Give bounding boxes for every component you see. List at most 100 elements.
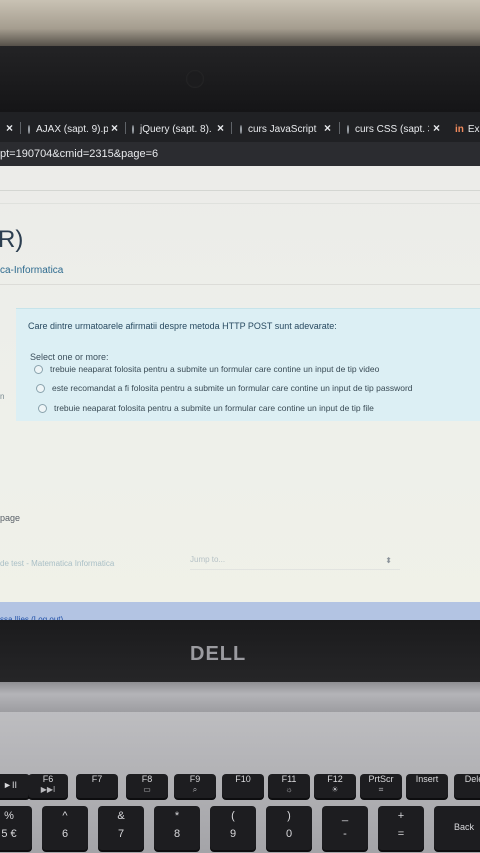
key-bottom: 7 bbox=[117, 828, 125, 840]
tab-separator bbox=[125, 122, 126, 134]
linkedin-icon: in bbox=[455, 123, 464, 135]
address-bar[interactable]: pt=190704&cmid=2315&page=6 bbox=[0, 142, 480, 166]
key-bottom: Back bbox=[453, 822, 474, 832]
key-label: Dele bbox=[464, 774, 480, 784]
key-delete[interactable]: Dele bbox=[454, 774, 480, 798]
key-label: Insert bbox=[415, 774, 439, 784]
key-6[interactable]: ^ 6 bbox=[42, 806, 88, 850]
key-8[interactable]: * 8 bbox=[154, 806, 200, 850]
jump-to-select[interactable]: Jump to... ⬍ bbox=[190, 555, 400, 570]
key-label: ►II bbox=[3, 780, 17, 790]
globe-icon bbox=[132, 124, 134, 134]
divider bbox=[0, 203, 480, 204]
key-label: F12 bbox=[327, 774, 343, 784]
key-minus[interactable]: _ - bbox=[322, 806, 368, 850]
tab-close-button[interactable]: × bbox=[433, 121, 440, 135]
key-bottom: - bbox=[343, 828, 347, 840]
web-page: R) ca-Informatica Care dintre urmatoarel… bbox=[0, 166, 480, 624]
globe-icon bbox=[347, 124, 349, 134]
key-f9[interactable]: F9 ⌕ bbox=[174, 774, 216, 798]
key-f5[interactable]: ►II bbox=[0, 774, 30, 798]
globe-icon bbox=[240, 124, 242, 134]
answer-option-label: este recomandat a fi folosita pentru a s… bbox=[52, 383, 413, 393]
select-instruction: Select one or more: bbox=[30, 352, 109, 362]
key-sublabel: ▭ bbox=[143, 785, 151, 794]
browser-tab-bar: × AJAX (sapt. 9).pdf × jQuery (sapt. 8).… bbox=[0, 112, 480, 142]
key-top: ) bbox=[287, 810, 291, 822]
key-label: PrtScr bbox=[368, 774, 394, 784]
tab-jquery[interactable]: jQuery (sapt. 8).p bbox=[132, 120, 212, 138]
key-7[interactable]: & 7 bbox=[98, 806, 144, 850]
tab-ajax[interactable]: AJAX (sapt. 9).pdf bbox=[28, 120, 108, 138]
tab-close-button[interactable]: × bbox=[6, 121, 13, 135]
background-wall bbox=[0, 0, 480, 52]
tab-linkedin[interactable]: in Ex bbox=[455, 120, 480, 138]
key-sublabel: ☀ bbox=[331, 785, 339, 794]
key-0[interactable]: ) 0 bbox=[266, 806, 312, 850]
tab-label: AJAX (sapt. 9).pdf bbox=[36, 123, 108, 135]
tab-label: curs JavaScript (sa bbox=[248, 123, 318, 135]
key-f8[interactable]: F8 ▭ bbox=[126, 774, 168, 798]
key-f7[interactable]: F7 bbox=[76, 774, 118, 798]
key-bottom: 6 bbox=[61, 828, 69, 840]
tab-label: jQuery (sapt. 8).p bbox=[140, 123, 212, 135]
checkbox-icon[interactable] bbox=[36, 383, 45, 393]
page-label: page bbox=[0, 513, 21, 523]
key-label: F8 bbox=[141, 774, 153, 784]
key-sublabel: ☼ bbox=[285, 785, 293, 794]
answer-option[interactable]: trebuie neaparat folosita pentru a submi… bbox=[38, 403, 374, 413]
key-top: ( bbox=[231, 810, 235, 822]
key-5[interactable]: % 5 € bbox=[0, 806, 32, 850]
tab-close-button[interactable]: × bbox=[217, 121, 224, 135]
key-bottom: 5 € bbox=[1, 828, 17, 840]
key-backspace[interactable]: Back bbox=[434, 806, 480, 850]
key-f6[interactable]: F6 ▶▶I bbox=[28, 774, 68, 798]
tab-close-button[interactable]: × bbox=[324, 121, 331, 135]
key-prtscr[interactable]: PrtScr ⌗ bbox=[360, 774, 402, 798]
tab-curs-css[interactable]: curs CSS (sapt. 3- bbox=[347, 120, 429, 138]
key-sublabel: ⌕ bbox=[192, 785, 198, 794]
key-f11[interactable]: F11 ☼ bbox=[268, 774, 310, 798]
key-label: F6 bbox=[42, 774, 54, 784]
page-heading: R) bbox=[0, 226, 24, 253]
screen-bezel-top bbox=[0, 46, 480, 116]
divider bbox=[0, 190, 480, 191]
tab-separator bbox=[20, 122, 21, 134]
key-9[interactable]: ( 9 bbox=[210, 806, 256, 850]
answer-option-label: trebuie neaparat folosita pentru a submi… bbox=[54, 403, 374, 413]
key-equals[interactable]: + = bbox=[378, 806, 424, 850]
globe-icon bbox=[28, 124, 30, 134]
checkbox-icon[interactable] bbox=[38, 403, 47, 413]
key-bottom: 8 bbox=[173, 828, 181, 840]
key-bottom: 0 bbox=[285, 828, 293, 840]
answer-option[interactable]: trebuie neaparat folosita pentru a submi… bbox=[34, 364, 379, 374]
tab-curs-javascript[interactable]: curs JavaScript (sa bbox=[240, 120, 318, 138]
key-label: F11 bbox=[281, 774, 297, 784]
key-bottom: = bbox=[397, 828, 405, 840]
key-top: % bbox=[4, 810, 14, 822]
key-top: & bbox=[117, 810, 125, 822]
key-f10[interactable]: F10 bbox=[222, 774, 264, 798]
tab-close-button[interactable]: × bbox=[111, 121, 118, 135]
tab-separator bbox=[231, 122, 232, 134]
tab-label: curs CSS (sapt. 3- bbox=[355, 123, 429, 135]
key-top: ^ bbox=[62, 810, 68, 822]
key-sublabel: ⌗ bbox=[378, 785, 384, 794]
quiz-nav-link[interactable]: de test - Matematica Informatica bbox=[0, 559, 114, 568]
key-top: + bbox=[397, 810, 405, 822]
question-box: Care dintre urmatoarele afirmatii despre… bbox=[16, 308, 480, 421]
answer-option[interactable]: este recomandat a fi folosita pentru a s… bbox=[36, 383, 413, 393]
course-link[interactable]: ca-Informatica bbox=[0, 265, 63, 276]
key-f12[interactable]: F12 ☀ bbox=[314, 774, 356, 798]
checkbox-icon[interactable] bbox=[34, 364, 43, 374]
key-label: F7 bbox=[91, 774, 103, 784]
keyboard-deck: ►II F6 ▶▶I F7 F8 ▭ F9 ⌕ F10 F11 ☼ F12 ☀ … bbox=[0, 712, 480, 853]
webcam bbox=[186, 70, 204, 88]
laptop-hinge bbox=[0, 682, 480, 712]
select-arrows-icon: ⬍ bbox=[385, 556, 392, 565]
key-insert[interactable]: Insert bbox=[406, 774, 448, 798]
question-text: Care dintre urmatoarele afirmatii despre… bbox=[28, 321, 337, 331]
key-top: * bbox=[174, 810, 180, 822]
side-marker: n bbox=[0, 392, 5, 401]
jump-to-placeholder: Jump to... bbox=[190, 555, 226, 564]
